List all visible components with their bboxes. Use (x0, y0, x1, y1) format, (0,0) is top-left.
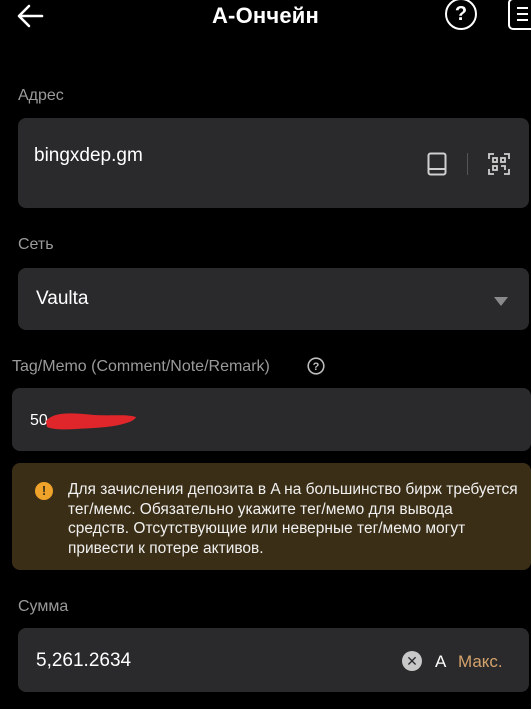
max-button[interactable]: Макс. (458, 652, 503, 672)
amount-label: Сумма (18, 598, 69, 615)
svg-text:?: ? (313, 361, 320, 373)
warning-text: Для зачисления депозита в A на большинст… (68, 481, 518, 557)
address-label: Адрес (18, 87, 64, 104)
redaction-mark (44, 407, 138, 433)
caret-down-icon[interactable] (494, 294, 508, 306)
network-label: Сеть (18, 236, 54, 253)
address-value[interactable]: bingxdep.gm (34, 145, 143, 167)
currency-label: A (435, 652, 447, 671)
divider (467, 153, 468, 175)
network-value[interactable]: Vaulta (36, 288, 88, 310)
clear-icon[interactable]: ✕ (402, 651, 422, 671)
memo-label: Tag/Memo (Comment/Note/Remark) (12, 358, 270, 375)
network-select[interactable] (18, 268, 529, 330)
qr-scan-icon[interactable] (488, 153, 510, 175)
address-book-icon[interactable] (427, 152, 447, 176)
menu-icon[interactable] (508, 0, 531, 30)
question-circle-icon[interactable]: ? (307, 357, 325, 375)
amount-value[interactable]: 5,261.2634 (36, 650, 131, 672)
warning-icon: ! (35, 482, 53, 500)
